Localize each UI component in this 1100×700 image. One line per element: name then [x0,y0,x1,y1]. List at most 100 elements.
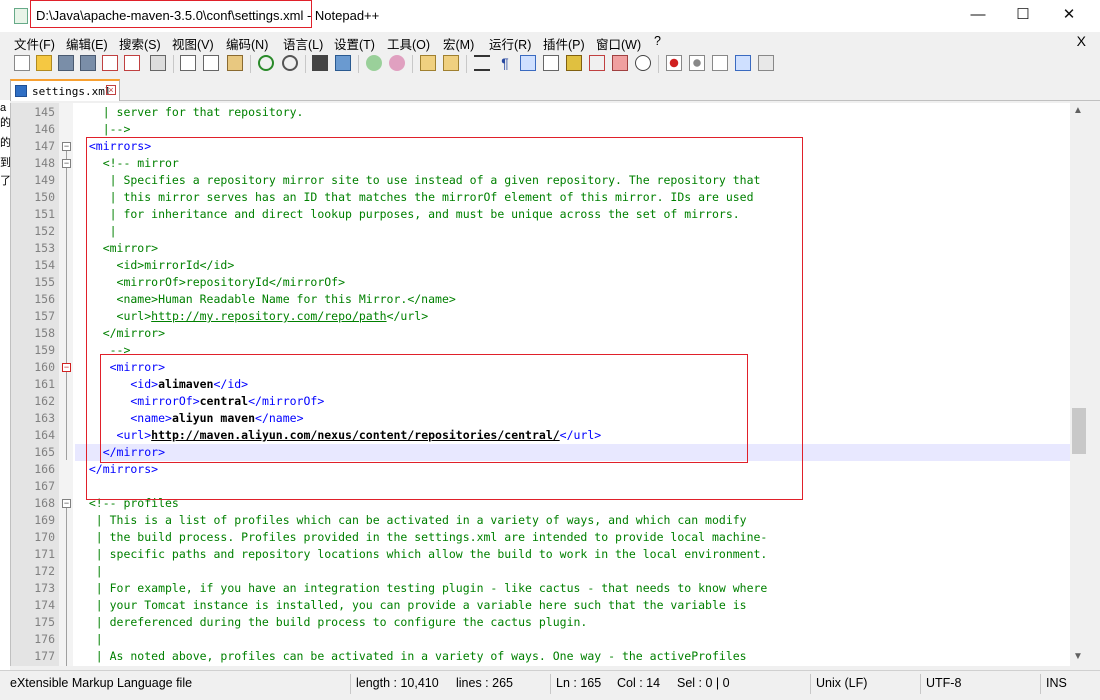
menu-run[interactable]: 运行(R) [489,34,531,53]
new-file-icon[interactable] [14,55,30,71]
menu-language[interactable]: 语言(L) [283,34,323,53]
scrollbar-thumb[interactable] [1072,408,1086,454]
code-line[interactable]: | the build process. Profiles provided i… [75,529,1088,546]
run-macro-multiple-icon[interactable] [735,55,751,71]
indent-guide-icon[interactable] [520,55,536,71]
zoom-in-icon[interactable] [366,55,382,71]
show-all-chars-icon[interactable]: ¶ [497,55,513,71]
tab-close-icon[interactable]: × [106,85,116,95]
menu-settings[interactable]: 设置(T) [334,34,375,53]
status-line-number: Ln : 165 [556,676,602,690]
tab-label: settings.xml [32,85,112,98]
window-title: D:\Java\apache-maven-3.5.0\conf\settings… [36,8,379,23]
save-icon[interactable] [58,55,74,71]
sync-vertical-icon[interactable] [420,55,436,71]
line-number: 175 [34,615,55,629]
code-line[interactable]: | This is a list of profiles which can b… [75,512,1088,529]
save-macro-icon[interactable] [758,55,774,71]
vertical-scrollbar[interactable]: ▲ ▼ [1070,103,1088,666]
replace-icon[interactable] [335,55,351,71]
code-line[interactable]: | As noted above, profiles can be activa… [75,648,1088,665]
fold-line [66,508,67,666]
close-file-icon[interactable] [102,55,118,71]
paste-icon[interactable] [227,55,243,71]
close-all-icon[interactable] [124,55,140,71]
code-line[interactable]: | [75,563,1088,580]
monitoring-icon[interactable] [635,55,651,71]
status-divider [1040,674,1041,694]
open-file-icon[interactable] [36,55,52,71]
line-number: 147 [34,139,55,153]
code-line[interactable]: | dereferenced during the build process … [75,614,1088,631]
code-token: | For example, if you have an integratio… [75,581,768,595]
print-icon[interactable] [150,55,166,71]
redo-icon[interactable] [282,55,298,71]
code-token: | server for that repository. [75,105,304,119]
scroll-up-icon[interactable]: ▲ [1073,105,1083,116]
editor-area[interactable]: 145 | server for that repository. 146 |--… [10,103,1088,666]
save-all-icon[interactable] [80,55,96,71]
stop-macro-icon[interactable] [689,55,705,71]
status-eol: Unix (LF) [816,676,868,690]
toolbar-separator [173,55,174,73]
line-number: 166 [34,462,55,476]
status-divider [810,674,811,694]
menu-plugins[interactable]: 插件(P) [543,34,585,53]
udl-icon[interactable] [543,55,559,71]
line-number: 145 [34,105,55,119]
fold-toggle-icon[interactable]: − [62,142,71,151]
line-number: 164 [34,428,55,442]
fold-line [66,168,67,460]
toolbar-separator [466,55,467,73]
code-line[interactable]: | your Tomcat instance is installed, you… [75,597,1088,614]
status-selection: Sel : 0 | 0 [677,676,730,690]
line-number: 177 [34,649,55,663]
code-line[interactable]: | [75,631,1088,648]
menu-search[interactable]: 搜索(S) [119,34,161,53]
code-token: | your Tomcat instance is installed, you… [75,598,747,612]
close-button[interactable]: ✕ [1046,0,1092,32]
menu-file[interactable]: 文件(F) [14,34,55,53]
menu-macro[interactable]: 宏(M) [443,34,474,53]
play-macro-icon[interactable] [712,55,728,71]
word-wrap-icon[interactable] [474,55,490,71]
zoom-out-icon[interactable] [389,55,405,71]
copy-icon[interactable] [203,55,219,71]
toolbar: ¶ [0,52,1100,76]
fold-toggle-icon[interactable]: − [62,159,71,168]
scroll-down-icon[interactable]: ▼ [1073,651,1083,662]
line-number: 174 [34,598,55,612]
menu-help[interactable]: ? [654,34,661,48]
menu-window[interactable]: 窗口(W) [596,34,641,53]
tab-bar: settings.xml × [0,77,1100,101]
code-line[interactable]: |--> [75,121,1088,138]
line-number: 158 [34,326,55,340]
menu-tools[interactable]: 工具(O) [387,34,430,53]
tab-settings-xml[interactable]: settings.xml × [10,79,120,101]
record-macro-icon[interactable] [666,55,682,71]
window-title-path: D:\Java\apache-maven-3.5.0\conf\settings… [36,8,304,23]
line-number: 155 [34,275,55,289]
doc-map-icon[interactable] [566,55,582,71]
code-line[interactable]: | specific paths and repository location… [75,546,1088,563]
menu-view[interactable]: 视图(V) [172,34,214,53]
sync-horizontal-icon[interactable] [443,55,459,71]
fold-toggle-icon[interactable]: − [62,499,71,508]
line-number: 161 [34,377,55,391]
undo-icon[interactable] [258,55,274,71]
find-icon[interactable] [312,55,328,71]
folder-workspace-icon[interactable] [612,55,628,71]
line-number: 168 [34,496,55,510]
fold-toggle-icon[interactable]: − [62,363,71,372]
code-line[interactable]: | For example, if you have an integratio… [75,580,1088,597]
cut-icon[interactable] [180,55,196,71]
maximize-button[interactable]: ☐ [1000,0,1046,32]
line-number: 154 [34,258,55,272]
code-line[interactable]: | server for that repository. [75,104,1088,121]
menu-edit[interactable]: 编辑(E) [66,34,108,53]
menu-encoding[interactable]: 编码(N) [226,34,268,53]
document-close-icon[interactable]: X [1077,33,1086,49]
function-list-icon[interactable] [589,55,605,71]
minimize-button[interactable]: — [955,0,1001,32]
line-number: 162 [34,394,55,408]
